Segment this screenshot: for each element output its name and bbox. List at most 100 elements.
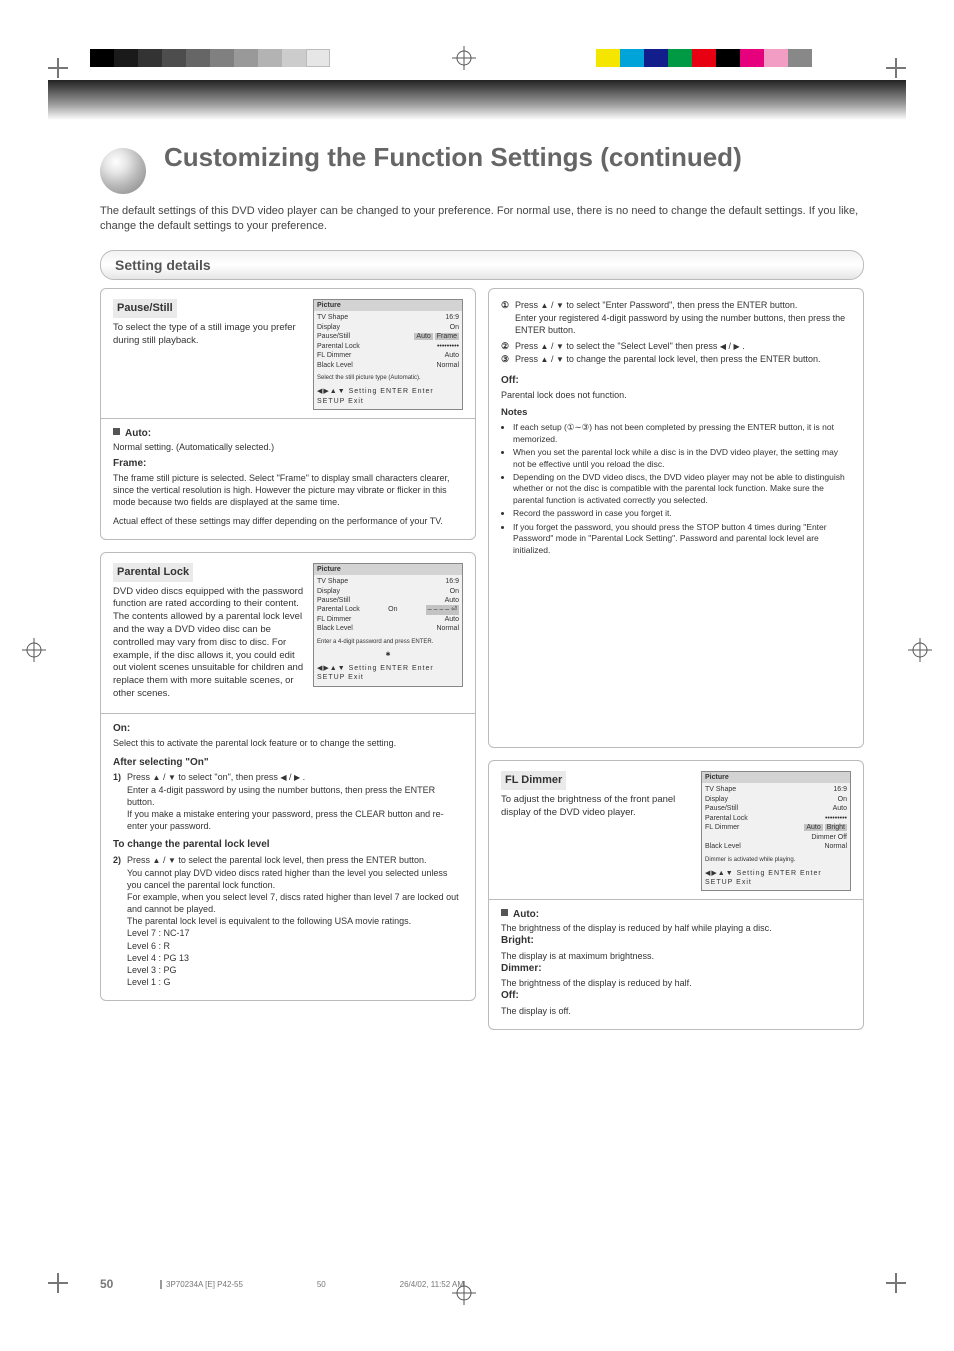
osd-row-label: Display [317,587,340,596]
footer-right: 26/4/02, 11:52 AM [400,1280,464,1289]
setting-name: Dimmer: [501,962,851,976]
osd-screenshot: Picture TV Shape16:9 DisplayOn Pause/Sti… [701,771,851,891]
triangle-up-icon: ▲ [153,773,161,782]
triangle-up-icon: ▲ [541,301,549,310]
crop-mark-icon [876,1273,906,1303]
osd-row-value: ••••••••• [825,814,847,823]
setting-name: Auto: [513,909,539,920]
notes-list: If each setup (①∼③) has not been complet… [513,422,851,556]
osd-row-label: FL Dimmer [317,615,351,624]
step-heading: To change the parental lock level [113,838,463,852]
note-item: Depending on the DVD video discs, the DV… [513,472,851,506]
crop-mark-icon [876,48,906,78]
osd-row-option: Bright [825,824,847,831]
setting-name: Off: [501,374,851,388]
step-text: If you make a mistake entering your pass… [113,808,463,832]
panel-pause-still: Pause/Still To select the type of a stil… [100,288,476,540]
osd-row-label: Pause/Still [317,596,350,605]
page-title: Customizing the Function Settings (conti… [164,142,742,173]
osd-row-label: FL Dimmer [705,823,739,832]
square-bullet-icon [113,428,120,435]
panel-parental-lock-continued: ①Press ▲ / ▼ to select "Enter Password",… [488,288,864,748]
osd-help: Select the still picture type (Automatic… [314,372,462,385]
level-value: PG 13 [164,953,190,963]
osd-row-option: Off [838,834,847,841]
osd-mask-icon: ✱ [314,649,462,662]
osd-controls-hint: ◀▶▲▼ Setting ENTER Enter SETUP Exit [702,867,850,891]
registration-mark-icon [22,638,46,662]
osd-row-value: On [838,795,847,804]
notes-heading: Notes [501,407,851,420]
option-title: Parental Lock [113,563,193,582]
level-label: Level 6 : [127,941,161,951]
osd-title: Picture [314,300,462,311]
osd-row-label: TV Shape [317,577,348,586]
osd-help: Enter a 4-digit password and press ENTER… [314,636,462,649]
triangle-up-icon: ▲ [541,342,549,351]
step-text: The parental lock level is equivalent to… [113,915,463,927]
osd-row-label: Parental Lock [317,342,360,351]
osd-row-value: Auto [445,615,459,624]
osd-row-value: Normal [436,624,459,633]
setting-desc: Parental lock does not function. [501,389,851,401]
level-label: Level 7 : [127,928,161,938]
step-heading: After selecting "On" [113,756,463,770]
note-item: If you forget the password, you should p… [513,522,851,556]
triangle-down-icon: ▼ [556,355,564,364]
triangle-left-icon: ◀ [280,773,286,782]
osd-screenshot: Picture TV Shape16:9 DisplayOn Pause/Sti… [313,299,463,410]
setting-desc: The brightness of the display is reduced… [501,922,851,934]
osd-row-label: Black Level [705,842,741,851]
footer-left: 3P70234A [E] P42-55 [160,1280,243,1289]
grayscale-calibration-bar [90,49,330,67]
osd-screenshot: Picture TV Shape16:9 DisplayOn Pause/Sti… [313,563,463,687]
level-value: R [164,941,171,951]
osd-row-value: On [450,323,459,332]
step-text: For example, when you select level 7, di… [113,891,463,915]
setting-name: Auto: [125,428,151,439]
footer-center: 50 [317,1280,326,1289]
note-item: When you set the parental lock while a d… [513,447,851,470]
osd-row-label: Black Level [317,624,353,633]
osd-row-label: TV Shape [317,313,348,322]
option-title: Pause/Still [113,299,177,318]
step-text: You cannot play DVD video discs rated hi… [113,867,463,891]
triangle-down-icon: ▼ [168,856,176,865]
step-text: Enter your registered 4-digit password b… [501,312,851,336]
option-desc: DVD video discs equipped with the passwo… [113,586,305,701]
osd-row-label: Black Level [317,361,353,370]
osd-row-value: On [450,587,459,596]
setting-desc: The frame still picture is selected. Sel… [113,472,463,508]
osd-controls-hint: ◀▶▲▼ Setting ENTER Enter SETUP Exit [314,385,462,409]
osd-row-value: Auto [445,596,459,605]
osd-title: Picture [314,564,462,575]
triangle-up-icon: ▲ [541,355,549,364]
triangle-down-icon: ▼ [168,773,176,782]
step-text: Enter a 4-digit password by using the nu… [113,784,463,808]
level-value: NC-17 [164,928,190,938]
note-item: Record the password in case you forget i… [513,508,851,519]
setting-desc: The display is off. [501,1005,851,1017]
osd-row-value: Normal [436,361,459,370]
osd-row-value: Normal [824,842,847,851]
registration-mark-icon [908,638,932,662]
osd-row-value: On [388,605,397,614]
osd-row-option: Auto [414,333,432,340]
footer: 3P70234A [E] P42-55 50 26/4/02, 11:52 AM [160,1280,464,1289]
level-value: G [164,977,171,987]
crop-mark-icon [48,48,78,78]
triangle-down-icon: ▼ [556,301,564,310]
triangle-left-icon: ◀ [720,342,726,351]
option-desc: To adjust the brightness of the front pa… [501,794,693,820]
crop-mark-icon [48,1273,78,1303]
note-item: If each setup (①∼③) has not been complet… [513,422,851,445]
osd-row-label: FL Dimmer [317,351,351,360]
triangle-right-icon: ▶ [294,773,300,782]
setting-desc: Normal setting. (Automatically selected.… [113,441,463,453]
osd-row-option: – – – – ⏎ [426,605,459,614]
osd-row-value: Auto [445,351,459,360]
osd-help: Dimmer is activated while playing. [702,854,850,867]
triangle-up-icon: ▲ [153,856,161,865]
osd-row-value: 16:9 [445,313,459,322]
setting-desc: Select this to activate the parental loc… [113,737,463,749]
